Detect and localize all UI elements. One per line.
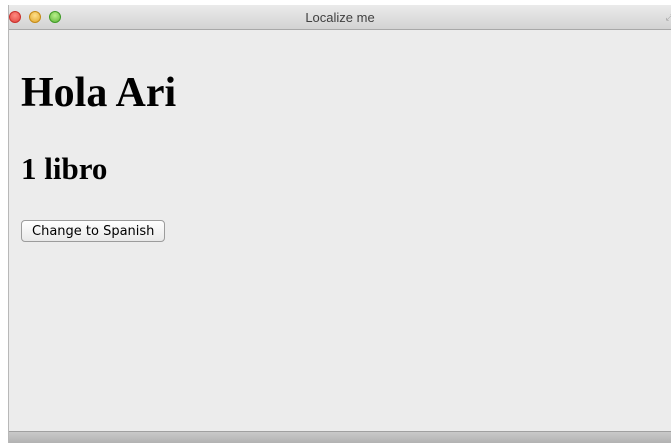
change-language-button[interactable]: Change to Spanish [21, 220, 166, 242]
window-title: Localize me [305, 10, 375, 25]
fullscreen-icon[interactable]: ⤢ [666, 13, 671, 23]
window-bottom-bar [9, 431, 671, 443]
book-count-heading: 1 libro [21, 151, 108, 186]
main-content: Hola Ari 1 libro Change to Spanish [21, 30, 671, 431]
title-bar[interactable]: Localize me ⤢ [9, 5, 671, 30]
greeting-heading: Hola Ari [21, 70, 177, 116]
app-window: Localize me ⤢ Hola Ari 1 libro Change to… [8, 5, 671, 443]
